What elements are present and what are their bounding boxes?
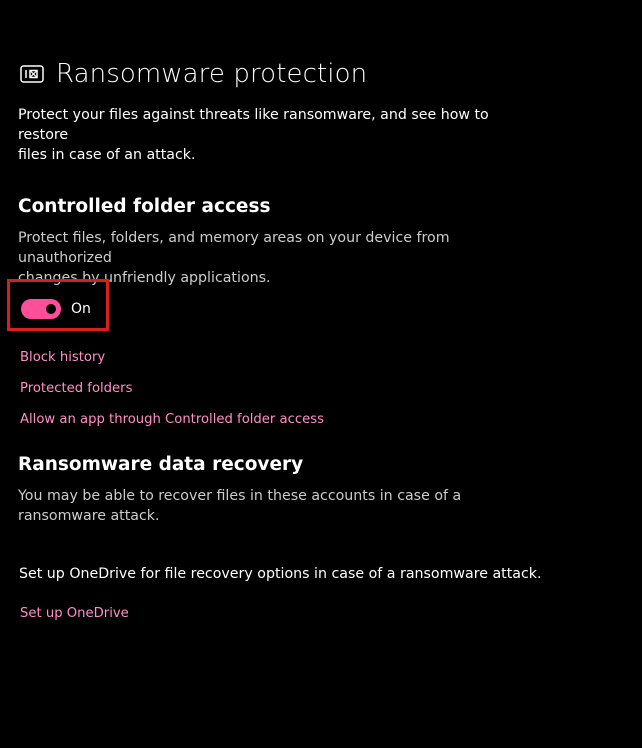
ransomware-data-recovery-description: You may be able to recover files in thes… xyxy=(18,486,518,526)
allow-app-link[interactable]: Allow an app through Controlled folder a… xyxy=(20,411,324,429)
toggle-state-label: On xyxy=(71,301,91,317)
page-header: Ransomware protection xyxy=(19,56,367,92)
controlled-folder-access-title: Controlled folder access xyxy=(18,196,271,217)
ransomware-data-recovery-description-line: ransomware attack. xyxy=(18,508,160,524)
ransomware-protection-icon xyxy=(19,64,45,84)
page-title: Ransomware protection xyxy=(56,59,368,89)
controlled-folder-access-description-line: Protect files, folders, and memory areas… xyxy=(18,230,450,266)
protected-folders-link[interactable]: Protected folders xyxy=(20,380,132,398)
block-history-link[interactable]: Block history xyxy=(20,349,105,367)
onedrive-setup-text: Set up OneDrive for file recovery option… xyxy=(19,566,542,582)
intro-description-line: Protect your files against threats like … xyxy=(18,107,489,143)
controlled-folder-access-toggle[interactable] xyxy=(21,299,61,319)
intro-description: Protect your files against threats like … xyxy=(18,105,518,165)
set-up-onedrive-link[interactable]: Set up OneDrive xyxy=(20,605,129,623)
toggle-knob xyxy=(46,304,56,314)
intro-description-line: files in case of an attack. xyxy=(18,147,196,163)
ransomware-data-recovery-description-line: You may be able to recover files in thes… xyxy=(18,488,462,504)
toggle-highlight-box: On xyxy=(7,279,109,331)
ransomware-data-recovery-title: Ransomware data recovery xyxy=(18,454,304,475)
ransomware-protection-page: Ransomware protection Protect your files… xyxy=(0,0,642,748)
